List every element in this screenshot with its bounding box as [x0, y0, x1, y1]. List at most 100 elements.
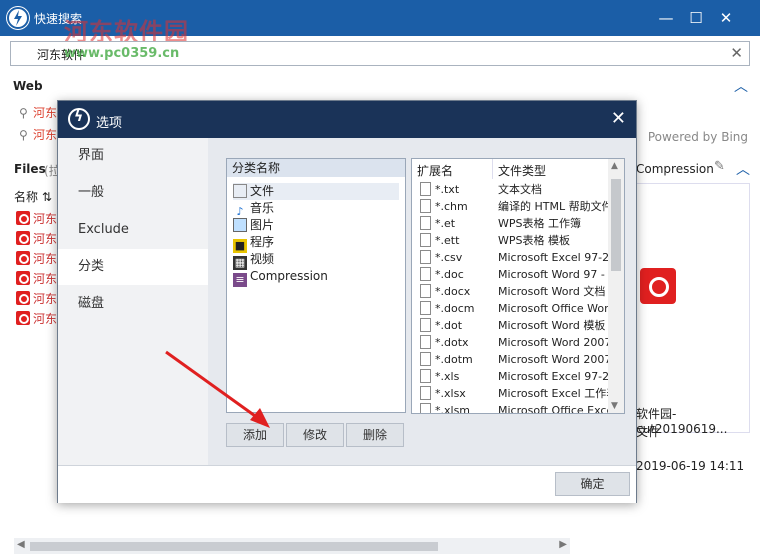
- file-icon: [420, 403, 431, 413]
- file-icon: [420, 352, 431, 366]
- extension-row[interactable]: *.docx Microsoft Word 文档: [412, 283, 612, 300]
- extension-list[interactable]: 扩展名 文件类型 *.txt 文本文档 *.chm 编译的 HTML 帮助文件 *.et…: [411, 158, 625, 414]
- scroll-left-icon[interactable]: ◀: [17, 539, 25, 550]
- preview-file-type: 文件: [636, 425, 661, 439]
- file-icon: [420, 386, 431, 400]
- extension-row[interactable]: *.et WPS表格 工作簿: [412, 215, 612, 232]
- delete-button[interactable]: 删除: [346, 423, 404, 447]
- archive-icon: ≡: [233, 273, 247, 287]
- scroll-right-icon[interactable]: ▶: [559, 539, 567, 550]
- picture-icon: [233, 218, 247, 232]
- files-section-header: Files: [14, 162, 46, 176]
- preview-panel: [630, 183, 750, 433]
- options-nav: 界面 一般 Exclude 分类 磁盘: [58, 138, 208, 465]
- extension-row[interactable]: *.docMicrosoft Word 97 - 20: [412, 266, 612, 283]
- extension-row[interactable]: *.dotmMicrosoft Word 2007 启: [412, 351, 612, 368]
- category-item[interactable]: ▦ 视频: [233, 251, 399, 270]
- category-list[interactable]: 分类名称 文件 ♪ 音乐 图片 ■ 程序 ▦ 视频 ≡ Compression: [226, 158, 406, 413]
- column-divider: [492, 159, 493, 179]
- horizontal-scrollbar[interactable]: ◀ ▶: [14, 538, 570, 554]
- dialog-footer: 确定: [58, 465, 636, 503]
- preview-file-icon: [640, 268, 676, 304]
- scrollbar-thumb[interactable]: [611, 179, 621, 271]
- edit-icon[interactable]: ✎: [714, 159, 725, 174]
- file-icon: [420, 216, 431, 230]
- category-item[interactable]: 图片: [233, 217, 399, 234]
- netease-icon: [16, 271, 30, 285]
- file-icon: [420, 318, 431, 332]
- nav-item-general[interactable]: 一般: [58, 175, 208, 211]
- file-icon: [233, 184, 247, 198]
- app-logo-icon: [6, 6, 30, 30]
- file-icon: [420, 267, 431, 281]
- preview-file-date: 2019-06-19 14:11: [636, 459, 745, 473]
- nav-item-exclude[interactable]: Exclude: [58, 212, 208, 248]
- search-icon: ⚲: [19, 128, 28, 142]
- vertical-scrollbar[interactable]: ▲ ▼: [608, 159, 624, 413]
- dialog-title: 选项: [96, 116, 123, 131]
- category-item[interactable]: 文件: [233, 183, 399, 200]
- edit-button[interactable]: 修改: [286, 423, 344, 447]
- scroll-up-icon[interactable]: ▲: [611, 161, 618, 171]
- nav-item-disk[interactable]: 磁盘: [58, 286, 208, 322]
- nav-item-interface[interactable]: 界面: [58, 138, 208, 174]
- clear-search-icon[interactable]: ✕: [730, 44, 743, 62]
- file-icon: [420, 199, 431, 213]
- category-column-header: 分类名称: [227, 159, 405, 177]
- ok-button[interactable]: 确定: [555, 472, 630, 496]
- file-row[interactable]: 河东: [16, 310, 57, 327]
- file-icon: [420, 335, 431, 349]
- file-icon: [420, 233, 431, 247]
- web-result[interactable]: ⚲ 河东: [19, 126, 57, 143]
- file-row[interactable]: 河东: [16, 210, 57, 227]
- extension-row[interactable]: *.docmMicrosoft Office Word 2: [412, 300, 612, 317]
- category-item[interactable]: ≡ Compression: [233, 268, 399, 287]
- type-column-header[interactable]: 文件类型: [498, 162, 546, 179]
- options-dialog: 选项 ✕ 界面 一般 Exclude 分类 磁盘 分类名称 文件 ♪音乐 图片 …: [57, 100, 637, 503]
- extension-row[interactable]: *.dot Microsoft Word 模板: [412, 317, 612, 334]
- file-row[interactable]: 河东: [16, 270, 57, 287]
- app-logo-icon: [68, 108, 90, 130]
- extension-row[interactable]: *.xlsMicrosoft Excel 97-200: [412, 368, 612, 385]
- file-row[interactable]: 河东: [16, 230, 57, 247]
- netease-icon: [16, 291, 30, 305]
- file-row[interactable]: 河东: [16, 250, 57, 267]
- extension-row[interactable]: *.xlsm Microsoft Office Excel: [412, 402, 612, 413]
- nav-item-category[interactable]: 分类: [58, 249, 208, 285]
- file-row[interactable]: 河东: [16, 290, 57, 307]
- netease-icon: [16, 211, 30, 225]
- web-section-header: Web: [13, 79, 43, 93]
- netease-icon: [16, 311, 30, 325]
- scrollbar-thumb[interactable]: [30, 542, 438, 551]
- extension-row[interactable]: *.ett WPS表格 模板: [412, 232, 612, 249]
- extension-row[interactable]: *.chm 编译的 HTML 帮助文件: [412, 198, 612, 215]
- scroll-down-icon[interactable]: ▼: [611, 401, 618, 411]
- file-icon: [420, 284, 431, 298]
- add-button[interactable]: 添加: [226, 423, 284, 447]
- watermark-url: www.pc0359.cn: [64, 46, 180, 61]
- search-icon: ⚲: [19, 106, 28, 120]
- extension-column-header[interactable]: 扩展名: [417, 162, 453, 179]
- extension-row[interactable]: *.xlsx Microsoft Excel 工作表: [412, 385, 612, 402]
- file-icon: [420, 369, 431, 383]
- minimize-button[interactable]: —: [656, 8, 676, 28]
- powered-by-bing[interactable]: Powered by Bing: [648, 130, 748, 144]
- file-icon: [420, 182, 431, 196]
- file-icon: [420, 250, 431, 264]
- preview-category: Compression: [636, 162, 714, 176]
- chevron-up-icon[interactable]: ︿: [734, 76, 748, 96]
- category-item[interactable]: ■ 程序: [233, 234, 399, 253]
- name-column-header[interactable]: 名称 ⇅: [14, 188, 52, 205]
- extension-row[interactable]: *.txt 文本文档: [412, 181, 612, 198]
- category-item[interactable]: ♪ 音乐: [233, 200, 399, 218]
- maximize-button[interactable]: ☐: [686, 8, 706, 28]
- netease-icon: [16, 251, 30, 265]
- close-button[interactable]: ✕: [716, 8, 736, 28]
- file-icon: [420, 301, 431, 315]
- chevron-up-icon[interactable]: ︿: [736, 159, 750, 179]
- web-result[interactable]: ⚲ 河东: [19, 104, 57, 121]
- netease-icon: [16, 231, 30, 245]
- extension-row[interactable]: *.csvMicrosoft Excel 97-200: [412, 249, 612, 266]
- extension-row[interactable]: *.dotxMicrosoft Word 2007 模: [412, 334, 612, 351]
- dialog-close-button[interactable]: ✕: [611, 108, 626, 129]
